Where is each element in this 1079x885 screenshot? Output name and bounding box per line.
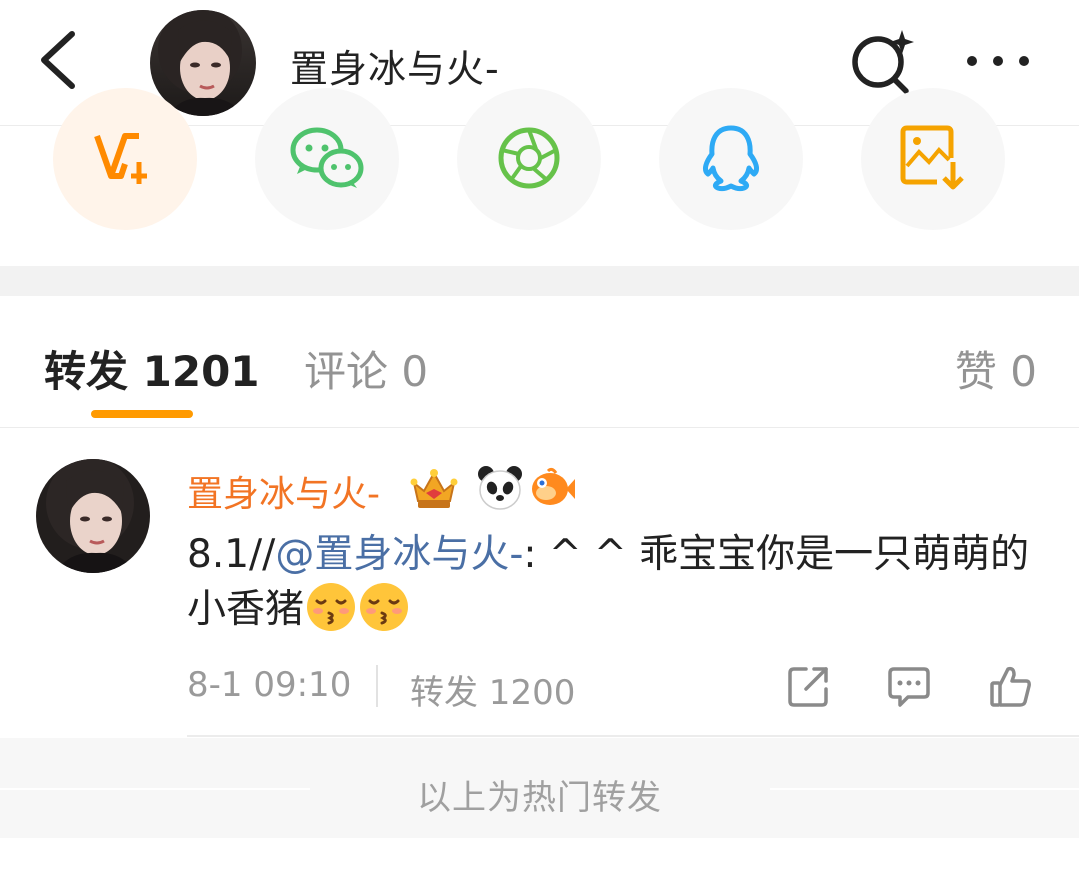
sparkle-search-icon [852,30,914,94]
crown-badge-icon[interactable] [410,465,458,511]
mention-link[interactable]: @置身冰与火- [275,532,523,577]
search-button[interactable] [846,26,918,98]
save-image-button[interactable] [861,88,1005,230]
qq-share-button[interactable] [659,88,803,230]
moments-icon [498,127,560,189]
tab-bar: 转发 1201 评论 0 赞 0 [0,296,1079,428]
page-title: 置身冰与火- [290,47,500,91]
repost-item: 置身冰与火- 8.1//@置身冰与火-: ^ ^ 乖宝宝你是一只萌萌的小香猪 8… [0,429,1079,737]
avatar[interactable] [36,459,150,573]
wechat-share-button[interactable] [255,88,399,230]
vip-share-button[interactable] [53,88,197,230]
moments-share-button[interactable] [457,88,601,230]
fish-badge-icon[interactable] [528,465,576,511]
post-timestamp: 8-1 09:10 [187,665,352,705]
share-icon[interactable] [786,663,832,709]
post-text: 8.1//@置身冰与火-: ^ ^ 乖宝宝你是一只萌萌的小香猪 [187,529,1047,636]
repost-count[interactable]: 转发 1200 [410,665,575,714]
like-icon[interactable] [988,663,1034,709]
image-download-icon [900,125,964,190]
tab-comments[interactable]: 评论 0 [304,338,428,399]
more-button[interactable] [960,36,1038,86]
meta-divider [376,665,378,707]
comment-icon[interactable] [886,663,932,709]
active-tab-indicator [91,410,193,418]
post-text-prefix: 8.1// [187,532,276,577]
vip-plus-icon [94,133,147,184]
section-separator [0,266,1079,296]
hot-reposts-footer: 以上为热门转发 [0,738,1079,838]
chevron-left-icon [41,31,75,89]
kiss-emoji-icon [307,583,356,631]
panda-badge-icon[interactable] [476,465,524,511]
qq-icon [702,125,760,192]
back-button[interactable] [30,28,90,92]
share-options-row [0,88,1079,266]
hot-reposts-label: 以上为热门转发 [417,778,662,818]
tab-reposts[interactable]: 转发 1201 [44,338,260,399]
more-dots-icon [967,56,1029,66]
kiss-emoji-icon [360,583,409,631]
post-username[interactable]: 置身冰与火- [187,465,380,517]
tab-likes[interactable]: 赞 0 [955,338,1037,399]
divider [187,735,1079,737]
wechat-icon [290,127,364,188]
